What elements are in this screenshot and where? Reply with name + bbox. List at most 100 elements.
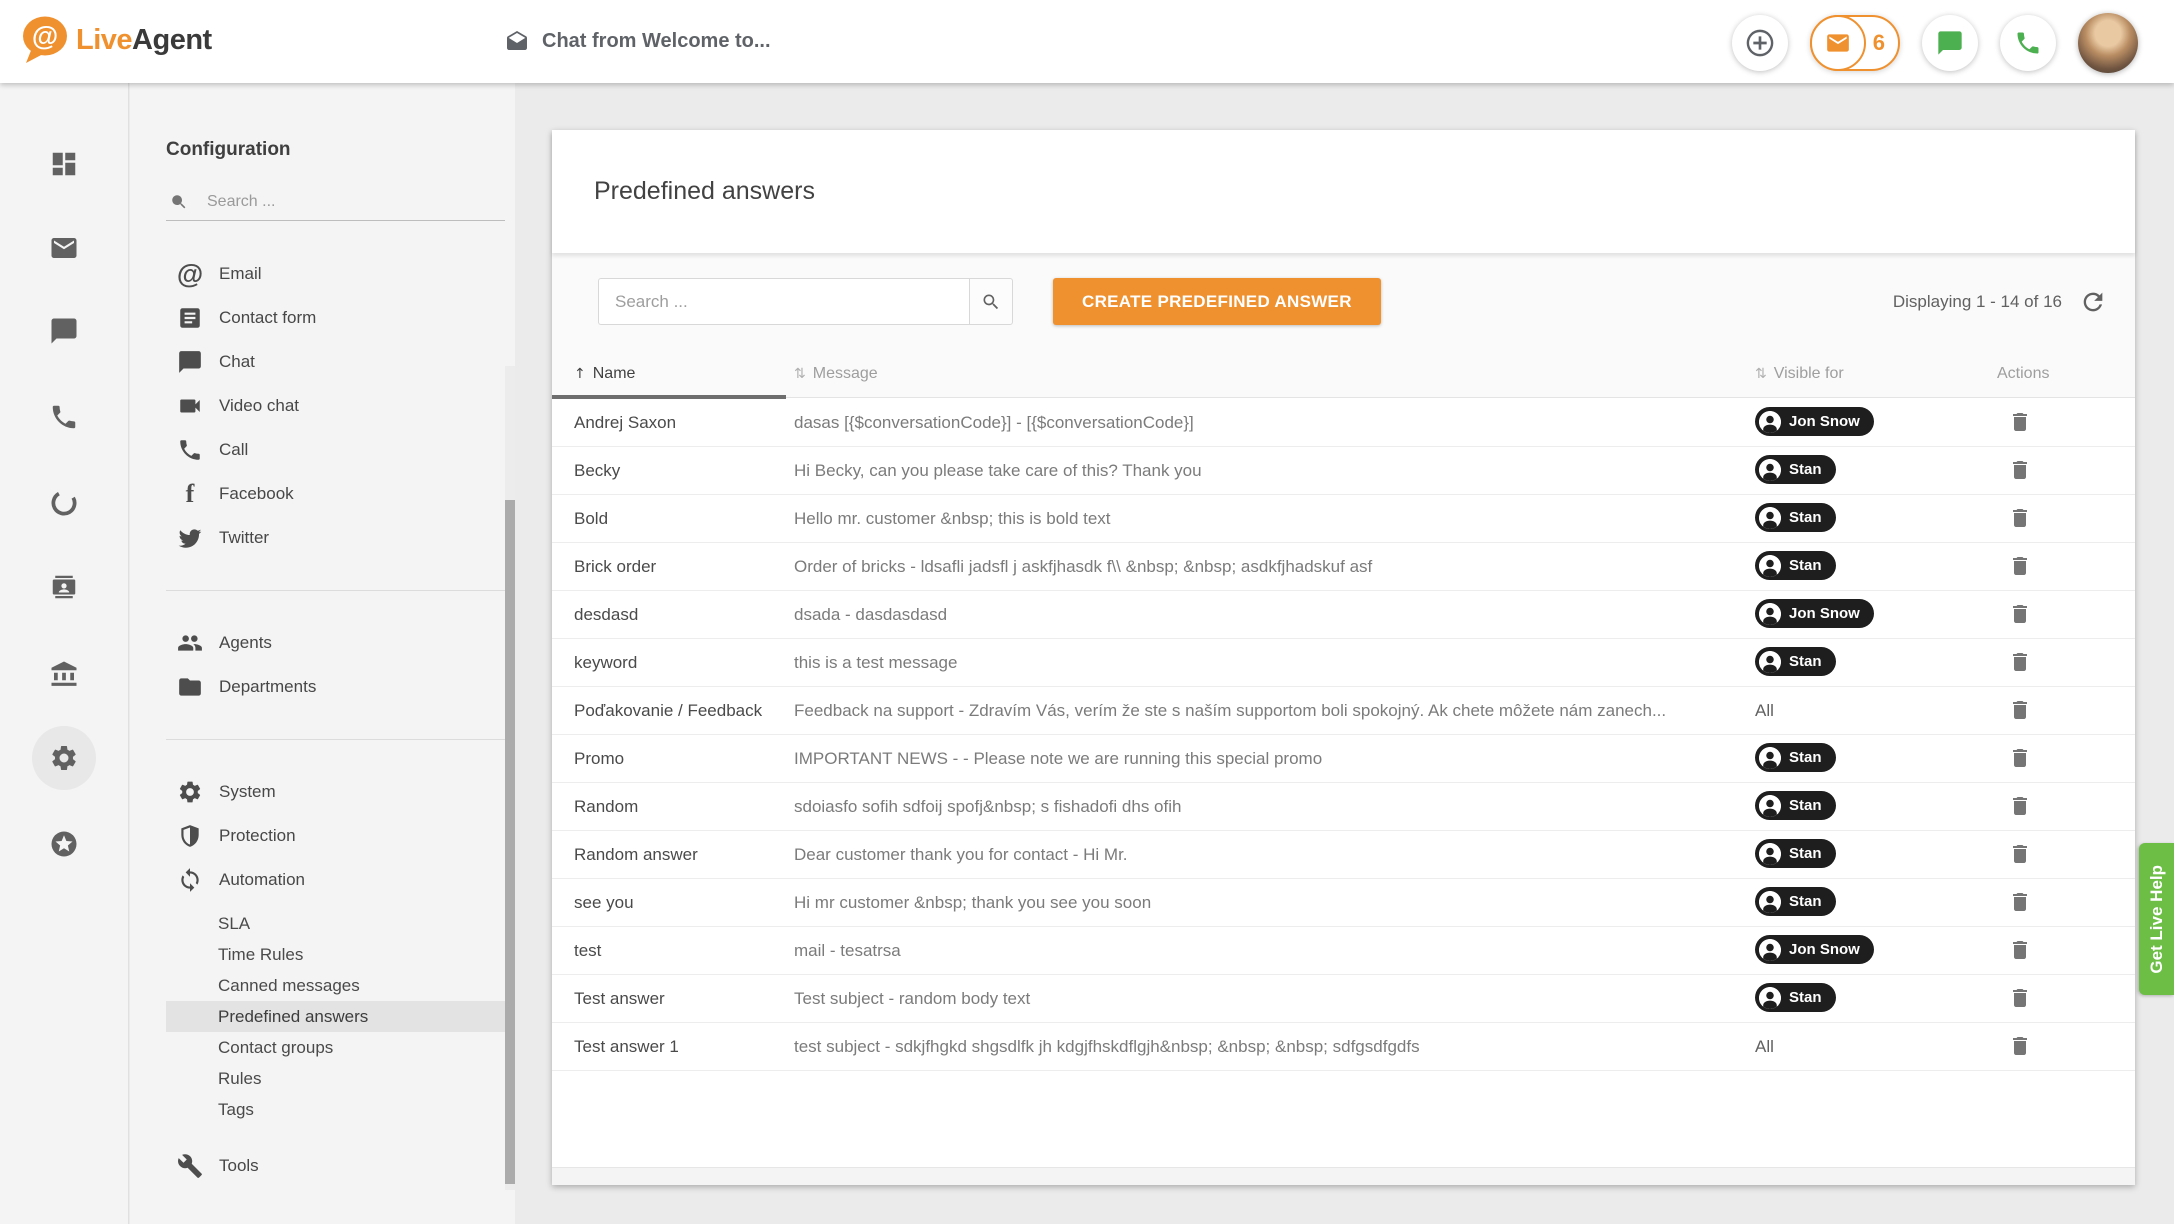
star-icon: [49, 829, 79, 859]
agent-badge-label: Stan: [1789, 845, 1822, 862]
sidebar-item-departments[interactable]: Departments: [130, 665, 515, 709]
delete-button[interactable]: [2005, 839, 2035, 869]
protection-shield-icon: [177, 823, 203, 849]
sidebar-item-contact-groups[interactable]: Contact groups: [166, 1032, 515, 1063]
sidebar-item-system[interactable]: System: [130, 770, 515, 814]
person-icon: [1759, 651, 1781, 673]
visible-for-cell: Jon Snow: [1755, 935, 1997, 966]
delete-button[interactable]: [2005, 551, 2035, 581]
sidebar-item-canned-messages[interactable]: Canned messages: [166, 970, 515, 1001]
table-row[interactable]: see youHi mr customer &nbsp; thank you s…: [552, 879, 2135, 927]
sidebar-item-tags[interactable]: Tags: [166, 1094, 515, 1125]
table-row[interactable]: Test answer 1test subject - sdkjfhgkd sh…: [552, 1023, 2135, 1071]
sidebar-item-agents[interactable]: Agents: [130, 621, 515, 665]
sidebar-item-call[interactable]: Call: [130, 428, 515, 472]
rail-item-dashboard[interactable]: [32, 132, 96, 196]
automation-sync-icon: [177, 867, 203, 893]
refresh-icon[interactable]: [2079, 288, 2107, 316]
sidebar-item-facebook[interactable]: fFacebook: [130, 472, 515, 516]
table-row[interactable]: Poďakovanie / FeedbackFeedback na suppor…: [552, 687, 2135, 735]
sidebar-item-tools[interactable]: Tools: [130, 1144, 515, 1188]
tickets-to-answer-button[interactable]: 6: [1810, 15, 1900, 71]
table-search-button[interactable]: [969, 278, 1013, 325]
sidebar-item-email[interactable]: @Email: [130, 252, 515, 296]
delete-button[interactable]: [2005, 791, 2035, 821]
rail-item-gear[interactable]: [32, 726, 96, 790]
sidebar-item-contact-form[interactable]: Contact form: [130, 296, 515, 340]
sidebar-item-sla[interactable]: SLA: [166, 908, 515, 939]
sidebar-item-chat[interactable]: Chat: [130, 340, 515, 384]
agent-badge: Jon Snow: [1755, 407, 1874, 436]
table-row[interactable]: desdasddsada - dasdasdasdJon Snow: [552, 591, 2135, 639]
actions-cell: [1997, 599, 2135, 631]
column-header-message[interactable]: ⇅Message: [794, 365, 1755, 383]
table-row[interactable]: Random answerDear customer thank you for…: [552, 831, 2135, 879]
table-row[interactable]: testmail - tesatrsaJon Snow: [552, 927, 2135, 975]
delete-button[interactable]: [2005, 935, 2035, 965]
column-header-visible-for[interactable]: ⇅Visible for: [1755, 365, 1997, 383]
create-predefined-answer-button[interactable]: CREATE PREDEFINED ANSWER: [1053, 278, 1381, 325]
add-button[interactable]: [1732, 15, 1788, 71]
sidebar-search: [166, 183, 505, 221]
sidebar-item-twitter[interactable]: Twitter: [130, 516, 515, 560]
agent-badge: Stan: [1755, 839, 1836, 868]
delete-button[interactable]: [2005, 647, 2035, 677]
rail-item-contact-card[interactable]: [32, 555, 96, 619]
mail-icon: [49, 233, 79, 263]
agent-badge-label: Stan: [1789, 509, 1822, 526]
automation-sub-list: SLATime RulesCanned messagesPredefined a…: [130, 908, 515, 1125]
call-icon: [177, 437, 203, 463]
pagination-text: Displaying 1 - 14 of 16: [1893, 292, 2062, 312]
table-row[interactable]: keywordthis is a test messageStan: [552, 639, 2135, 687]
sidebar-item-predefined-answers[interactable]: Predefined answers: [166, 1001, 515, 1032]
delete-button[interactable]: [2005, 1031, 2035, 1061]
sidebar-scrollbar-thumb[interactable]: [505, 500, 515, 1184]
agent-badge: Stan: [1755, 887, 1836, 916]
delete-button[interactable]: [2005, 455, 2035, 485]
delete-button[interactable]: [2005, 887, 2035, 917]
table-row[interactable]: Test answerTest subject - random body te…: [552, 975, 2135, 1023]
message-cell: Hi Becky, can you please take care of th…: [794, 461, 1755, 481]
table-row[interactable]: PromoIMPORTANT NEWS - - Please note we a…: [552, 735, 2135, 783]
rail-item-chat[interactable]: [32, 299, 96, 363]
sorted-column-indicator: [552, 395, 786, 399]
delete-button[interactable]: [2005, 743, 2035, 773]
svg-text:@: @: [32, 21, 58, 51]
column-header-label: Actions: [1997, 365, 2049, 383]
rail-item-progress-circle[interactable]: [32, 471, 96, 535]
agent-badge: Stan: [1755, 983, 1836, 1012]
rail-item-phone[interactable]: [32, 385, 96, 449]
sidebar-item-protection[interactable]: Protection: [130, 814, 515, 858]
dashboard-icon: [49, 149, 79, 179]
sidebar-item-video-chat[interactable]: Video chat: [130, 384, 515, 428]
message-cell: Hello mr. customer &nbsp; this is bold t…: [794, 509, 1755, 529]
delete-button[interactable]: [2005, 407, 2035, 437]
table-row[interactable]: BoldHello mr. customer &nbsp; this is bo…: [552, 495, 2135, 543]
calls-button[interactable]: [2000, 15, 2056, 71]
rail-item-mail[interactable]: [32, 216, 96, 280]
delete-button[interactable]: [2005, 695, 2035, 725]
get-live-help-button[interactable]: Get Live Help: [2139, 843, 2174, 995]
table-row[interactable]: Brick orderOrder of bricks - ldsafli jad…: [552, 543, 2135, 591]
message-cell: dsada - dasdasdasd: [794, 605, 1755, 625]
rail-item-bank[interactable]: [32, 642, 96, 706]
table-row[interactable]: Randomsdoiasfo sofih sdfoij spofj&nbsp; …: [552, 783, 2135, 831]
user-avatar[interactable]: [2078, 13, 2138, 73]
table-row[interactable]: BeckyHi Becky, can you please take care …: [552, 447, 2135, 495]
sidebar-item-rules[interactable]: Rules: [166, 1063, 515, 1094]
table-search-input[interactable]: [598, 278, 969, 325]
sidebar-item-automation[interactable]: Automation: [130, 858, 515, 902]
open-ticket-tab[interactable]: Chat from Welcome to...: [505, 0, 771, 83]
delete-button[interactable]: [2005, 983, 2035, 1013]
delete-button[interactable]: [2005, 599, 2035, 629]
column-header-name[interactable]: ↑Name: [574, 365, 794, 383]
sidebar-search-input[interactable]: [205, 192, 505, 212]
envelope-open-icon: [505, 30, 529, 54]
rail-item-star[interactable]: [32, 812, 96, 876]
sidebar-item-time-rules[interactable]: Time Rules: [166, 939, 515, 970]
visible-for-text: All: [1755, 1037, 1774, 1056]
chats-button[interactable]: [1922, 15, 1978, 71]
table-row[interactable]: Andrej Saxondasas [{$conversationCode}] …: [552, 399, 2135, 447]
delete-button[interactable]: [2005, 503, 2035, 533]
agent-badge-label: Stan: [1789, 461, 1822, 478]
